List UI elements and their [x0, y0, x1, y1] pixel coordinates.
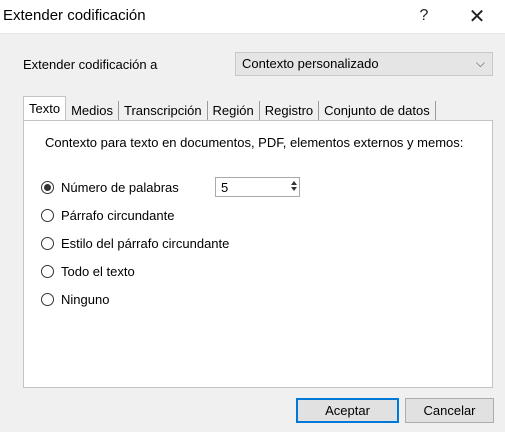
combobox-value: Contexto personalizado	[242, 56, 379, 71]
stepper-buttons[interactable]	[289, 179, 298, 195]
cancel-button[interactable]: Cancelar	[405, 398, 494, 423]
window-title: Extender codificación	[3, 7, 146, 24]
radio-label: Ninguno	[61, 292, 110, 307]
word-count-stepper[interactable]: 5	[215, 177, 300, 197]
radio-indicator[interactable]	[41, 265, 54, 278]
chevron-down-icon[interactable]: ⌵	[476, 56, 485, 71]
radio-indicator[interactable]	[41, 293, 54, 306]
title-bar: Extender codificación ? ✕	[0, 0, 505, 32]
tab-registro[interactable]: Registro	[260, 101, 320, 121]
radio-ninguno[interactable]: Ninguno	[41, 292, 109, 307]
tab-conjunto-de-datos[interactable]: Conjunto de datos	[319, 101, 436, 121]
radio-parrafo-circundante[interactable]: Párrafo circundante	[41, 208, 174, 223]
radio-indicator[interactable]	[41, 209, 54, 222]
stepper-up-icon[interactable]	[290, 181, 297, 185]
radio-estilo-parrafo[interactable]: Estilo del párrafo circundante	[41, 236, 229, 251]
radio-label: Estilo del párrafo circundante	[61, 236, 230, 251]
tab-medios[interactable]: Medios	[66, 101, 119, 121]
help-button[interactable]: ?	[408, 2, 440, 30]
radio-label: Párrafo circundante	[61, 208, 175, 223]
word-count-value[interactable]: 5	[221, 180, 228, 195]
stepper-down-icon[interactable]	[290, 187, 297, 191]
radio-label: Número de palabras	[61, 180, 179, 195]
tab-texto[interactable]: Texto	[23, 96, 67, 121]
radio-indicator[interactable]	[41, 181, 54, 194]
radio-indicator[interactable]	[41, 237, 54, 250]
radio-label: Todo el texto	[61, 264, 135, 279]
close-button[interactable]: ✕	[461, 2, 493, 30]
tab-panel-texto: Contexto para texto en documentos, PDF, …	[23, 120, 493, 388]
tab-strip: Texto Medios Transcripción Región Regist…	[23, 96, 436, 121]
tab-region[interactable]: Región	[208, 101, 260, 121]
tab-transcripcion[interactable]: Transcripción	[119, 101, 208, 121]
radio-numero-de-palabras[interactable]: Número de palabras	[41, 180, 179, 195]
accept-button[interactable]: Aceptar	[296, 398, 399, 423]
context-description: Contexto para texto en documentos, PDF, …	[45, 135, 464, 150]
radio-todo-el-texto[interactable]: Todo el texto	[41, 264, 135, 279]
context-combobox[interactable]: Contexto personalizado ⌵	[235, 52, 493, 76]
extend-coding-label: Extender codificación a	[23, 57, 158, 72]
